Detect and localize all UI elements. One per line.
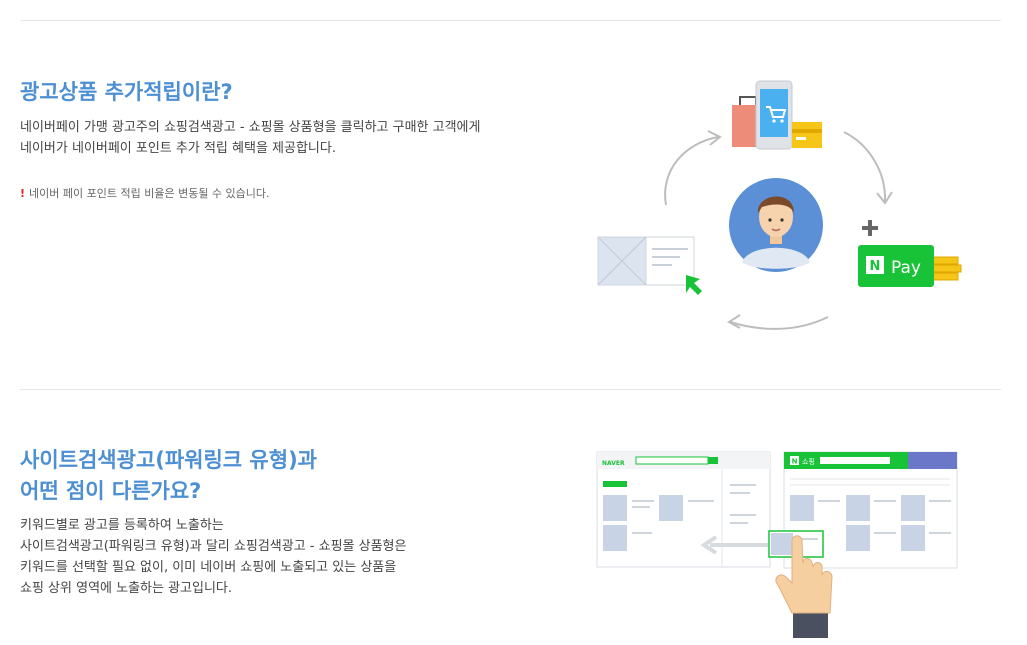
section2-title-line2: 어떤 점이 다른가요? xyxy=(20,479,202,503)
top-divider xyxy=(20,20,1001,21)
section1-desc-line1: 네이버페이 가맹 광고주의 쇼핑검색광고 - 쇼핑몰 상품형을 클릭하고 구매한… xyxy=(20,120,481,135)
section1-note-text: 네이버 페이 포인트 적립 비율은 변동될 수 있습니다. xyxy=(29,187,270,200)
smartphone-cart-icon xyxy=(755,80,793,150)
npay-n-letter: N xyxy=(870,259,881,274)
section1-note: ! 네이버 페이 포인트 적립 비율은 변동될 수 있습니다. xyxy=(20,185,270,201)
section2-title-line1: 사이트검색광고(파워링크 유형)과 xyxy=(20,448,317,472)
warning-mark-icon: ! xyxy=(20,187,26,200)
credit-card-icon xyxy=(792,122,822,148)
shopping-label: 쇼핑 xyxy=(802,457,815,466)
section2-desc-line4: 쇼핑 상위 영역에 노출하는 광고입니다. xyxy=(20,581,233,596)
naver-search-screen: NAVER xyxy=(596,451,771,568)
ad-card-icon xyxy=(597,236,695,286)
shopping-n-letter: N xyxy=(792,458,798,466)
plus-icon xyxy=(862,220,878,236)
cycle-arrow-topright xyxy=(843,131,887,202)
npay-label: Pay xyxy=(891,258,921,278)
purchase-cycle-illustration: N Pay xyxy=(597,80,962,330)
customer-avatar xyxy=(729,178,823,272)
coin-stack-icon xyxy=(929,256,962,281)
search-vs-shopping-illustration: NAVER N 쇼핑 xyxy=(596,451,958,638)
section1-title: 광고상품 추가적립이란? xyxy=(20,80,233,104)
cycle-arrow-topleft xyxy=(664,136,719,206)
section2-desc-line1: 키워드별로 광고를 등록하여 노출하는 xyxy=(20,518,224,533)
naver-logo: NAVER xyxy=(602,460,625,467)
section-divider xyxy=(20,389,1001,390)
section2-desc-line3: 키워드를 선택할 필요 없이, 이미 네이버 쇼핑에 노출되고 있는 상품을 xyxy=(20,560,397,575)
click-cursor-icon xyxy=(686,275,702,295)
npay-badge: N Pay xyxy=(858,245,934,287)
section2-desc-line2: 사이트검색광고(파워링크 유형)과 달리 쇼핑검색광고 - 쇼핑몰 상품형은 xyxy=(20,539,407,554)
cycle-arrow-bottom xyxy=(729,316,829,330)
section1-desc-line2: 네이버가 네이버페이 포인트 추가 적립 혜택을 제공합니다. xyxy=(20,141,336,156)
